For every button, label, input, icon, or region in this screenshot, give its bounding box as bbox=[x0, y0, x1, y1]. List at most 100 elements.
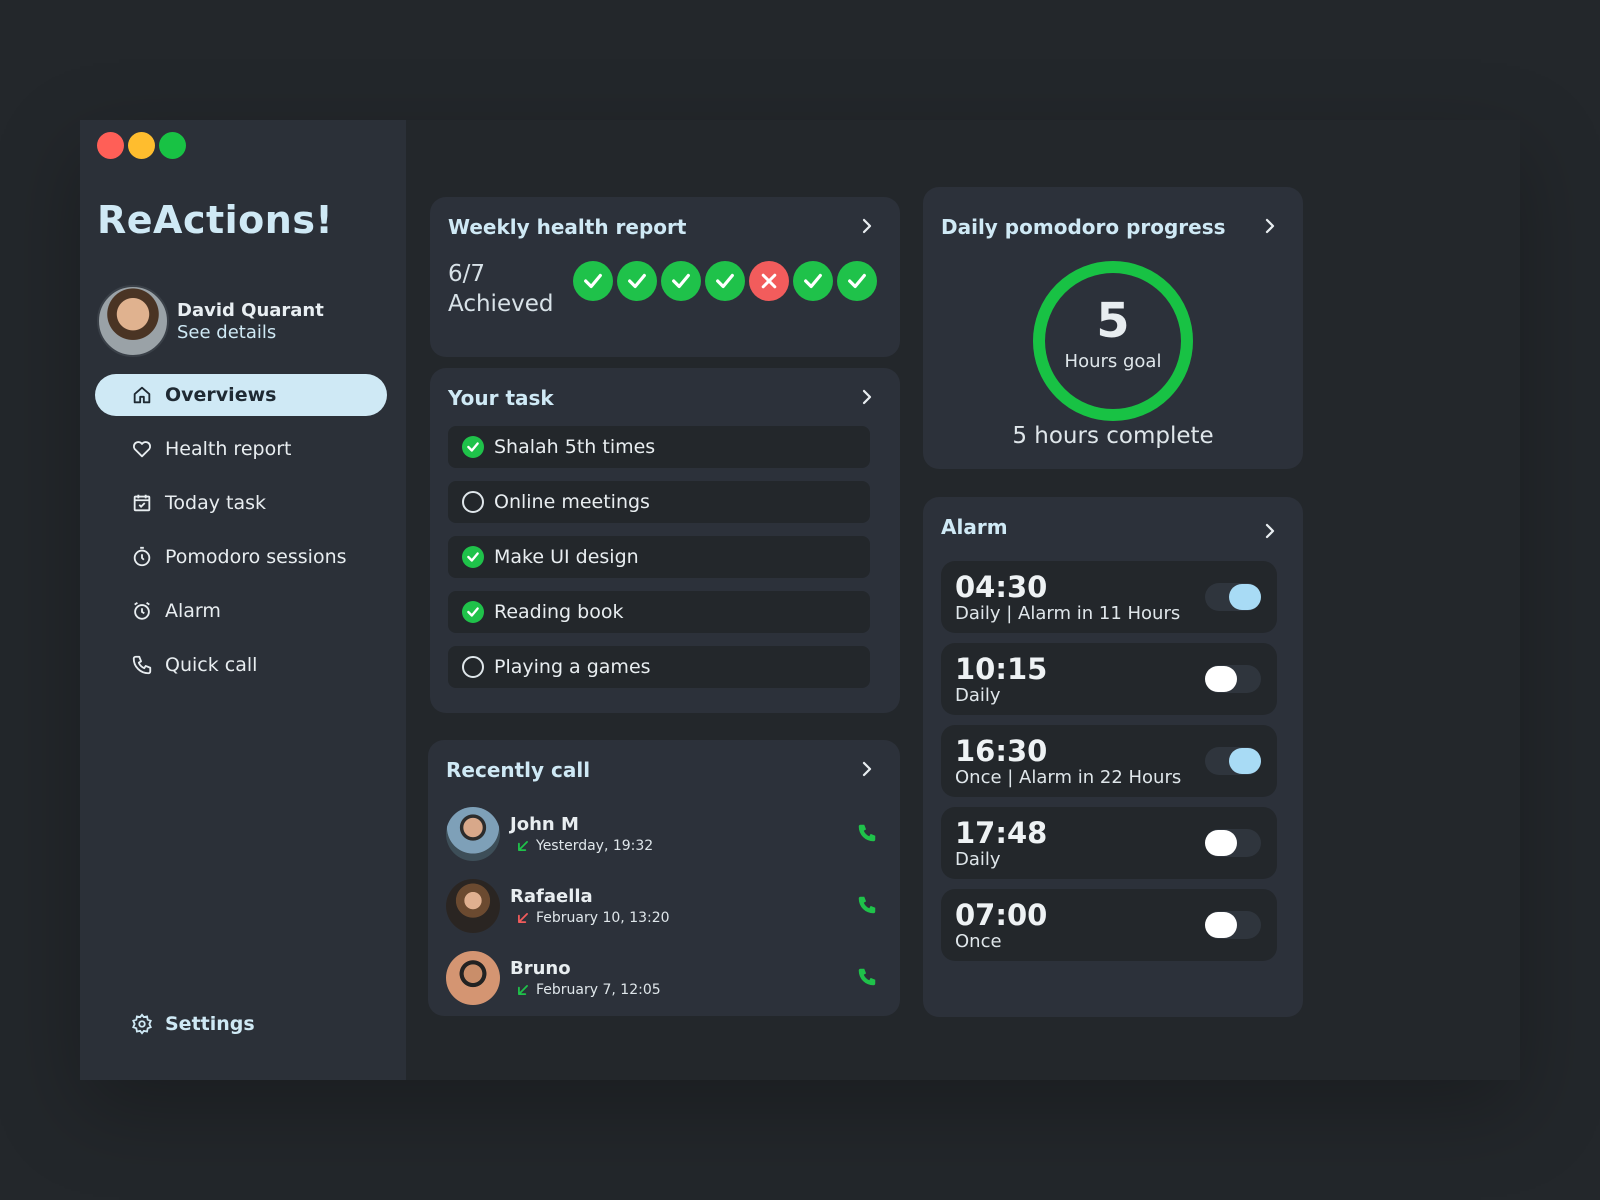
chevron-right-icon[interactable] bbox=[858, 388, 876, 406]
task-item[interactable]: Shalah 5th times bbox=[448, 426, 870, 468]
avatar bbox=[97, 285, 169, 357]
maximize-window-button[interactable] bbox=[159, 132, 186, 159]
settings-button[interactable]: Settings bbox=[131, 1013, 255, 1035]
task-checked-checkbox[interactable] bbox=[462, 601, 484, 623]
toggle-knob bbox=[1205, 830, 1237, 856]
health-achieved: 6/7 Achieved bbox=[448, 259, 553, 319]
sidebar-item-label: Health report bbox=[165, 438, 292, 460]
alarm-toggle[interactable] bbox=[1205, 583, 1261, 611]
call-list-item[interactable]: Rafaella February 10, 13:20 bbox=[446, 870, 886, 942]
day-missed-badge bbox=[749, 261, 789, 301]
chevron-right-icon[interactable] bbox=[858, 217, 876, 235]
caller-name: Rafaella bbox=[510, 886, 593, 907]
health-report-card: Weekly health report 6/7 Achieved bbox=[430, 197, 900, 357]
task-item[interactable]: Playing a games bbox=[448, 646, 870, 688]
minimize-window-button[interactable] bbox=[128, 132, 155, 159]
task-label: Playing a games bbox=[494, 656, 651, 678]
sidebar-item-label: Pomodoro sessions bbox=[165, 546, 347, 568]
user-profile[interactable]: David Quarant See details bbox=[97, 285, 324, 357]
stopwatch-icon bbox=[133, 546, 151, 567]
pomodoro-caption: 5 hours complete bbox=[1012, 423, 1214, 449]
alarm-item[interactable]: 07:00 Once bbox=[941, 889, 1277, 961]
task-card-title: Your task bbox=[448, 386, 554, 410]
incoming-call-arrow-icon bbox=[516, 983, 530, 997]
check-icon bbox=[467, 552, 479, 562]
sidebar-item-overviews[interactable]: Overviews bbox=[95, 374, 387, 416]
avatar bbox=[446, 879, 500, 933]
alarm-toggle[interactable] bbox=[1205, 829, 1261, 857]
phone-icon bbox=[858, 968, 876, 986]
call-list-item[interactable]: John M Yesterday, 19:32 bbox=[446, 798, 886, 870]
alarm-item[interactable]: 17:48 Daily bbox=[941, 807, 1277, 879]
alarm-list: 04:30 Daily | Alarm in 11 Hours 10:15 Daily… bbox=[941, 561, 1277, 971]
task-label: Online meetings bbox=[494, 491, 650, 513]
alarm-toggle[interactable] bbox=[1205, 665, 1261, 693]
call-time: Yesterday, 19:32 bbox=[536, 838, 654, 854]
task-label: Shalah 5th times bbox=[494, 436, 656, 458]
task-checked-checkbox[interactable] bbox=[462, 546, 484, 568]
phone-icon bbox=[858, 824, 876, 842]
sidebar: ReActions! David Quarant See details Ove… bbox=[80, 120, 406, 1080]
task-list: Shalah 5th times Online meetings Make UI d… bbox=[448, 426, 870, 701]
sidebar-item-pomodoro-sessions[interactable]: Pomodoro sessions bbox=[95, 536, 387, 578]
call-time: February 10, 13:20 bbox=[536, 910, 670, 926]
call-button[interactable] bbox=[856, 894, 878, 920]
see-details-link[interactable]: See details bbox=[177, 322, 324, 343]
alarm-toggle[interactable] bbox=[1205, 911, 1261, 939]
sidebar-item-label: Alarm bbox=[165, 600, 221, 622]
settings-label: Settings bbox=[165, 1013, 255, 1035]
call-list-item[interactable]: Bruno February 7, 12:05 bbox=[446, 942, 886, 1014]
day-achieved-badge bbox=[661, 261, 701, 301]
app-window: ReActions! David Quarant See details Ove… bbox=[80, 120, 1520, 1080]
profile-name: David Quarant bbox=[177, 299, 324, 321]
sidebar-item-alarm[interactable]: Alarm bbox=[95, 590, 387, 632]
x-icon bbox=[761, 273, 777, 289]
day-achieved-badge bbox=[837, 261, 877, 301]
pomodoro-card: Daily pomodoro progress 5 Hours goal 5 h… bbox=[923, 187, 1303, 469]
gear-icon bbox=[132, 1013, 152, 1035]
chevron-right-icon[interactable] bbox=[1261, 522, 1279, 540]
close-window-button[interactable] bbox=[97, 132, 124, 159]
call-button[interactable] bbox=[856, 966, 878, 992]
toggle-knob bbox=[1229, 584, 1261, 610]
task-label: Reading book bbox=[494, 601, 624, 623]
alarm-clock-icon bbox=[134, 601, 150, 620]
task-item[interactable]: Reading book bbox=[448, 591, 870, 633]
chevron-right-icon[interactable] bbox=[858, 760, 876, 778]
alarm-item[interactable]: 10:15 Daily bbox=[941, 643, 1277, 715]
check-icon bbox=[716, 273, 734, 289]
task-item[interactable]: Online meetings bbox=[448, 481, 870, 523]
task-label: Make UI design bbox=[494, 546, 639, 568]
health-day-checks bbox=[573, 261, 877, 301]
chevron-right-icon[interactable] bbox=[1261, 217, 1279, 235]
recent-calls-title: Recently call bbox=[446, 758, 591, 782]
phone-icon bbox=[132, 655, 152, 675]
task-unchecked-checkbox[interactable] bbox=[462, 491, 484, 513]
call-meta: Yesterday, 19:32 bbox=[510, 838, 653, 854]
window-controls bbox=[97, 132, 186, 159]
sidebar-item-health-report[interactable]: Health report bbox=[95, 428, 387, 470]
missed-call-arrow-icon bbox=[516, 911, 530, 925]
sidebar-item-today-task[interactable]: Today task bbox=[95, 482, 387, 524]
sidebar-item-label: Today task bbox=[165, 492, 266, 514]
alarm-item[interactable]: 04:30 Daily | Alarm in 11 Hours bbox=[941, 561, 1277, 633]
check-icon bbox=[467, 607, 479, 617]
incoming-call-arrow-icon bbox=[516, 839, 530, 853]
alarm-item[interactable]: 16:30 Once | Alarm in 22 Hours bbox=[941, 725, 1277, 797]
app-title: ReActions! bbox=[97, 198, 334, 242]
alarm-toggle[interactable] bbox=[1205, 747, 1261, 775]
toggle-knob bbox=[1229, 748, 1261, 774]
check-icon bbox=[804, 273, 822, 289]
sidebar-item-quick-call[interactable]: Quick call bbox=[95, 644, 387, 686]
check-icon bbox=[672, 273, 690, 289]
day-achieved-badge bbox=[793, 261, 833, 301]
heart-icon bbox=[133, 441, 151, 458]
phone-icon bbox=[858, 896, 876, 914]
task-unchecked-checkbox[interactable] bbox=[462, 656, 484, 678]
call-button[interactable] bbox=[856, 822, 878, 848]
task-item[interactable]: Make UI design bbox=[448, 536, 870, 578]
health-achieved-count: 6/7 bbox=[448, 261, 486, 287]
pomodoro-value: 5 bbox=[1096, 293, 1130, 349]
task-checked-checkbox[interactable] bbox=[462, 436, 484, 458]
check-icon bbox=[628, 273, 646, 289]
